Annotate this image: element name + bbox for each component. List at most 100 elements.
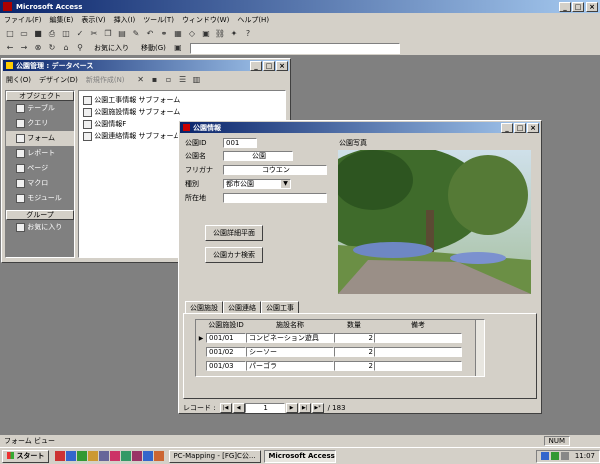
quantity-cell[interactable]: 2 [334,361,374,371]
search-web-icon[interactable]: ⚲ [74,42,86,54]
delete-icon[interactable]: ✕ [135,74,147,86]
list-item[interactable]: 公園工事情報 サブフォーム [83,94,281,106]
table-row[interactable]: 001/03 パーゴラ 2 [196,359,484,373]
format-painter-icon[interactable]: ✎ [130,28,142,40]
park-detail-button[interactable]: 公園詳細平面 [205,225,263,241]
quick-launch-icon[interactable] [77,451,88,461]
object-pages[interactable]: ページ [6,161,74,176]
quantity-cell[interactable]: 2 [334,347,374,357]
form-close-button[interactable]: × [527,122,539,133]
start-button[interactable]: スタート [2,449,50,463]
form-maximize-button[interactable]: □ [514,122,526,133]
quantity-cell[interactable]: 2 [334,333,374,343]
tray-icon[interactable] [540,452,549,460]
type-select[interactable]: 都市公園 ▼ [223,179,291,189]
tray-icon[interactable] [550,452,559,460]
speaker-icon[interactable] [560,452,569,460]
close-button[interactable]: × [586,1,598,12]
quick-launch-icon[interactable] [99,451,110,461]
menu-tools[interactable]: ツール(T) [143,15,174,25]
park-id-field[interactable]: 001 [223,138,257,148]
taskbar-item-access[interactable]: Microsoft Access [264,449,337,463]
quick-launch-icon[interactable] [143,451,154,461]
next-record-button[interactable]: ▶ [285,403,298,413]
new-object-icon[interactable]: ✦ [228,28,240,40]
facility-id-cell[interactable]: 001/01 [206,333,246,343]
details-icon[interactable]: ▥ [191,74,203,86]
facility-id-cell[interactable]: 001/02 [206,347,246,357]
db-close-button[interactable]: × [276,60,288,71]
current-record-field[interactable]: 1 [244,403,285,413]
quick-launch-icon[interactable] [154,451,165,461]
row-selector-icon[interactable]: ▶ [196,335,206,342]
minimize-button[interactable]: _ [559,1,571,12]
object-queries[interactable]: クエリ [6,116,74,131]
object-reports[interactable]: レポート [6,146,74,161]
print-icon[interactable]: ⎙ [46,28,58,40]
prev-record-button[interactable]: ◀ [232,403,245,413]
refresh-icon[interactable]: ↻ [46,42,58,54]
goto-button[interactable]: 移動(G) [141,43,166,53]
first-record-button[interactable]: |◀ [219,403,232,413]
list-icon[interactable]: ☰ [177,74,189,86]
help-icon[interactable]: ? [242,28,254,40]
facility-name-cell[interactable]: コンビネーション遊具 [246,333,334,343]
remarks-cell[interactable] [374,333,462,343]
object-forms[interactable]: フォーム [6,131,74,146]
table-row[interactable]: 001/02 シーソー 2 [196,345,484,359]
quick-launch-icon[interactable] [132,451,143,461]
undo-icon[interactable]: ↶ [144,28,156,40]
kana-search-button[interactable]: 公園カナ検索 [205,247,263,263]
spell-icon[interactable]: ✓ [74,28,86,40]
address-input[interactable] [189,42,400,54]
stop-icon[interactable]: ⊗ [32,42,44,54]
quick-launch-icon[interactable] [110,451,121,461]
db-minimize-button[interactable]: _ [250,60,262,71]
table-row[interactable]: ▶ 001/01 コンビネーション遊具 2 [196,331,484,345]
save-icon[interactable]: ■ [32,28,44,40]
address-field[interactable] [223,193,327,203]
large-icons-icon[interactable]: ▪ [149,74,161,86]
object-tables[interactable]: テーブル [6,101,74,116]
subform-scrollbar[interactable] [475,320,484,376]
home-icon[interactable]: ⌂ [60,42,72,54]
menu-edit[interactable]: 編集(E) [50,15,74,25]
properties-icon[interactable]: ▣ [200,28,212,40]
new-record-button[interactable]: ▶* [311,403,324,413]
facility-name-cell[interactable]: パーゴラ [246,361,334,371]
new-icon[interactable]: □ [4,28,16,40]
back-icon[interactable]: ← [4,42,16,54]
facility-name-cell[interactable]: シーソー [246,347,334,357]
relationships-icon[interactable]: ⛓ [214,28,226,40]
analyze-icon[interactable]: ▦ [172,28,184,40]
maximize-button[interactable]: □ [572,1,584,12]
group-favorites[interactable]: お気に入り [6,220,74,235]
list-item[interactable]: 公園施設情報 サブフォーム [83,106,281,118]
links-icon[interactable]: ⚭ [158,28,170,40]
preview-icon[interactable]: ◫ [60,28,72,40]
cut-icon[interactable]: ✂ [88,28,100,40]
chevron-down-icon[interactable]: ▼ [281,180,290,188]
taskbar-item-pc-mapping[interactable]: PC-Mapping - [FG]C公... [169,449,262,463]
db-maximize-button[interactable]: □ [263,60,275,71]
menu-help[interactable]: ヘルプ(H) [237,15,269,25]
park-name-field[interactable]: 公園 [223,151,293,161]
new-db-button[interactable]: 新規作成(N) [86,75,125,85]
form-minimize-button[interactable]: _ [501,122,513,133]
paste-icon[interactable]: ▤ [116,28,128,40]
show-only-web-icon[interactable]: ▣ [172,42,184,54]
favorites-button[interactable]: お気に入り [94,43,129,53]
open-icon[interactable]: ▭ [18,28,30,40]
remarks-cell[interactable] [374,347,462,357]
menu-view[interactable]: 表示(V) [81,15,105,25]
menu-window[interactable]: ウィンドウ(W) [182,15,229,25]
furigana-field[interactable]: コウエン [223,165,327,175]
open-db-button[interactable]: 開く(O) [6,75,31,85]
facility-id-cell[interactable]: 001/03 [206,361,246,371]
menu-insert[interactable]: 挿入(I) [114,15,136,25]
code-icon[interactable]: ◇ [186,28,198,40]
quick-launch-icon[interactable] [66,451,77,461]
object-modules[interactable]: モジュール [6,191,74,206]
small-icons-icon[interactable]: ▫ [163,74,175,86]
last-record-button[interactable]: ▶| [298,403,311,413]
